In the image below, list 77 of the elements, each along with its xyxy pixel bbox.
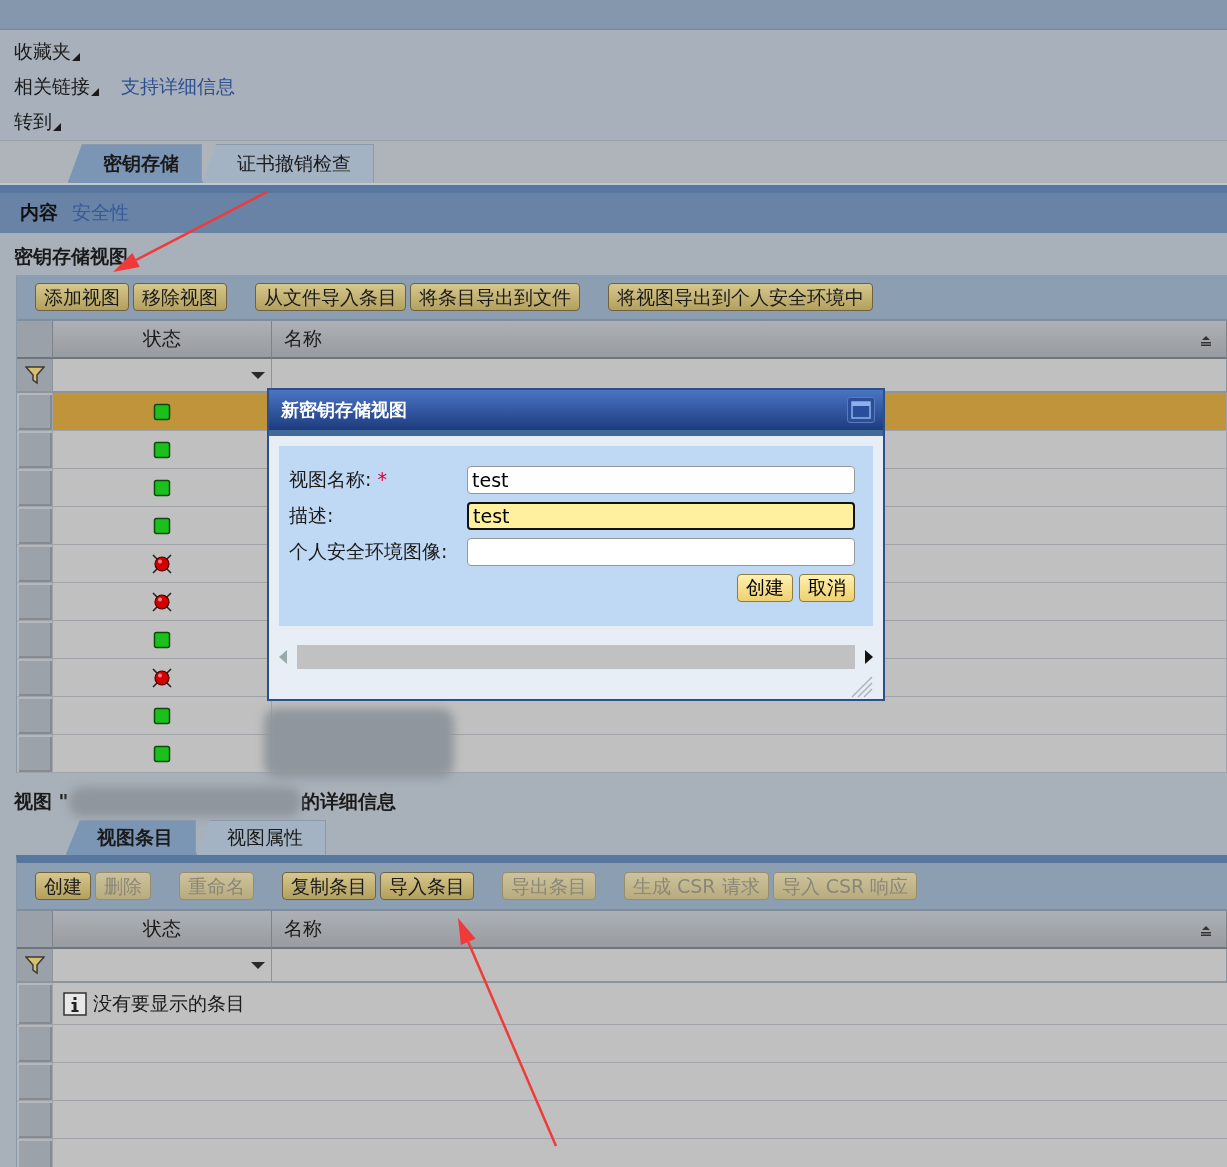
- toolbar-button[interactable]: 将条目导出到文件: [410, 283, 580, 311]
- sort-icon: [1200, 926, 1212, 936]
- dropdown-icon[interactable]: [72, 52, 80, 61]
- row-selector[interactable]: [17, 1063, 53, 1101]
- row-selector[interactable]: [17, 1139, 53, 1167]
- menu-item[interactable]: 转到: [14, 108, 52, 135]
- toolbar-button[interactable]: 将视图导出到个人安全环境中: [608, 283, 873, 311]
- status-ok-icon: [153, 478, 171, 497]
- field-label: 个人安全环境图像:: [289, 540, 448, 562]
- status-ok-icon: [153, 706, 171, 725]
- row-selector[interactable]: [17, 583, 53, 621]
- filter-field[interactable]: [272, 949, 1227, 983]
- toolbar-button[interactable]: 导入条目: [380, 872, 474, 900]
- row-selector[interactable]: [17, 431, 53, 469]
- status-ok-icon: [153, 630, 171, 649]
- nav-link[interactable]: 内容: [20, 200, 58, 226]
- row-selector[interactable]: [17, 659, 53, 697]
- column-header[interactable]: 名称: [272, 321, 1227, 359]
- row-selector[interactable]: [17, 621, 53, 659]
- toolbar-button[interactable]: 移除视图: [133, 283, 227, 311]
- row-selector[interactable]: [17, 697, 53, 735]
- scrollbar[interactable]: [297, 645, 855, 669]
- toolbar-button[interactable]: 添加视图: [35, 283, 129, 311]
- status-ok-icon: [153, 744, 171, 763]
- info-icon: [63, 991, 87, 1016]
- tab[interactable]: 视图属性: [196, 820, 326, 855]
- scroll-left-icon[interactable]: [279, 650, 287, 664]
- row-selector[interactable]: [17, 545, 53, 583]
- dialog-button[interactable]: 取消: [799, 574, 855, 602]
- tab[interactable]: 证书撤销检查: [202, 144, 374, 183]
- field-label: 视图名称:: [289, 468, 372, 490]
- input-field[interactable]: test: [467, 466, 855, 494]
- row-selector[interactable]: [17, 393, 53, 431]
- status-error-icon: [151, 666, 173, 689]
- tab[interactable]: 视图条目: [66, 820, 196, 855]
- dropdown-icon[interactable]: [91, 87, 99, 96]
- filter-dropdown[interactable]: [53, 359, 272, 393]
- column-header[interactable]: 状态: [53, 321, 272, 359]
- caret-icon: [251, 961, 265, 969]
- input-field[interactable]: test: [467, 502, 855, 530]
- caret-icon: [251, 371, 265, 379]
- toolbar-button[interactable]: 创建: [35, 872, 91, 900]
- empty-message: 没有要显示的条目: [93, 990, 245, 1016]
- status-error-icon: [151, 552, 173, 575]
- row-selector[interactable]: [17, 507, 53, 545]
- field-label: 描述:: [289, 504, 334, 526]
- status-ok-icon: [153, 402, 171, 421]
- toolbar-button[interactable]: 从文件导入条目: [255, 283, 406, 311]
- sort-icon: [1200, 336, 1212, 346]
- input-field[interactable]: [467, 538, 855, 566]
- dialog-button[interactable]: 创建: [737, 574, 793, 602]
- dropdown-icon[interactable]: [53, 122, 61, 131]
- menu-item[interactable]: 收藏夹: [14, 38, 71, 65]
- required-mark: *: [377, 468, 387, 490]
- column-header[interactable]: 状态: [53, 911, 272, 949]
- tab[interactable]: 密钥存储: [68, 144, 202, 183]
- status-ok-icon: [153, 516, 171, 535]
- toolbar-button[interactable]: 复制条目: [282, 872, 376, 900]
- filter-icon: [24, 955, 45, 975]
- section-title: 的详细信息: [300, 789, 396, 814]
- status-error-icon: [151, 590, 173, 613]
- filter-icon: [24, 365, 45, 385]
- row-selector[interactable]: [17, 983, 53, 1025]
- row-selector[interactable]: [17, 1101, 53, 1139]
- column-header[interactable]: 名称: [272, 911, 1227, 949]
- maximize-button[interactable]: [847, 397, 875, 423]
- section-title: 视图 ": [14, 789, 69, 814]
- status-ok-icon: [153, 440, 171, 459]
- menu-item[interactable]: 相关链接: [14, 73, 90, 100]
- filter-dropdown[interactable]: [53, 949, 272, 983]
- row-selector[interactable]: [17, 735, 53, 773]
- link[interactable]: 支持详细信息: [121, 73, 235, 100]
- scroll-right-icon[interactable]: [865, 650, 873, 664]
- dialog-title: 新密钥存储视图: [281, 398, 407, 422]
- row-selector[interactable]: [17, 469, 53, 507]
- row-selector[interactable]: [17, 1025, 53, 1063]
- resize-grip-icon: [849, 674, 873, 698]
